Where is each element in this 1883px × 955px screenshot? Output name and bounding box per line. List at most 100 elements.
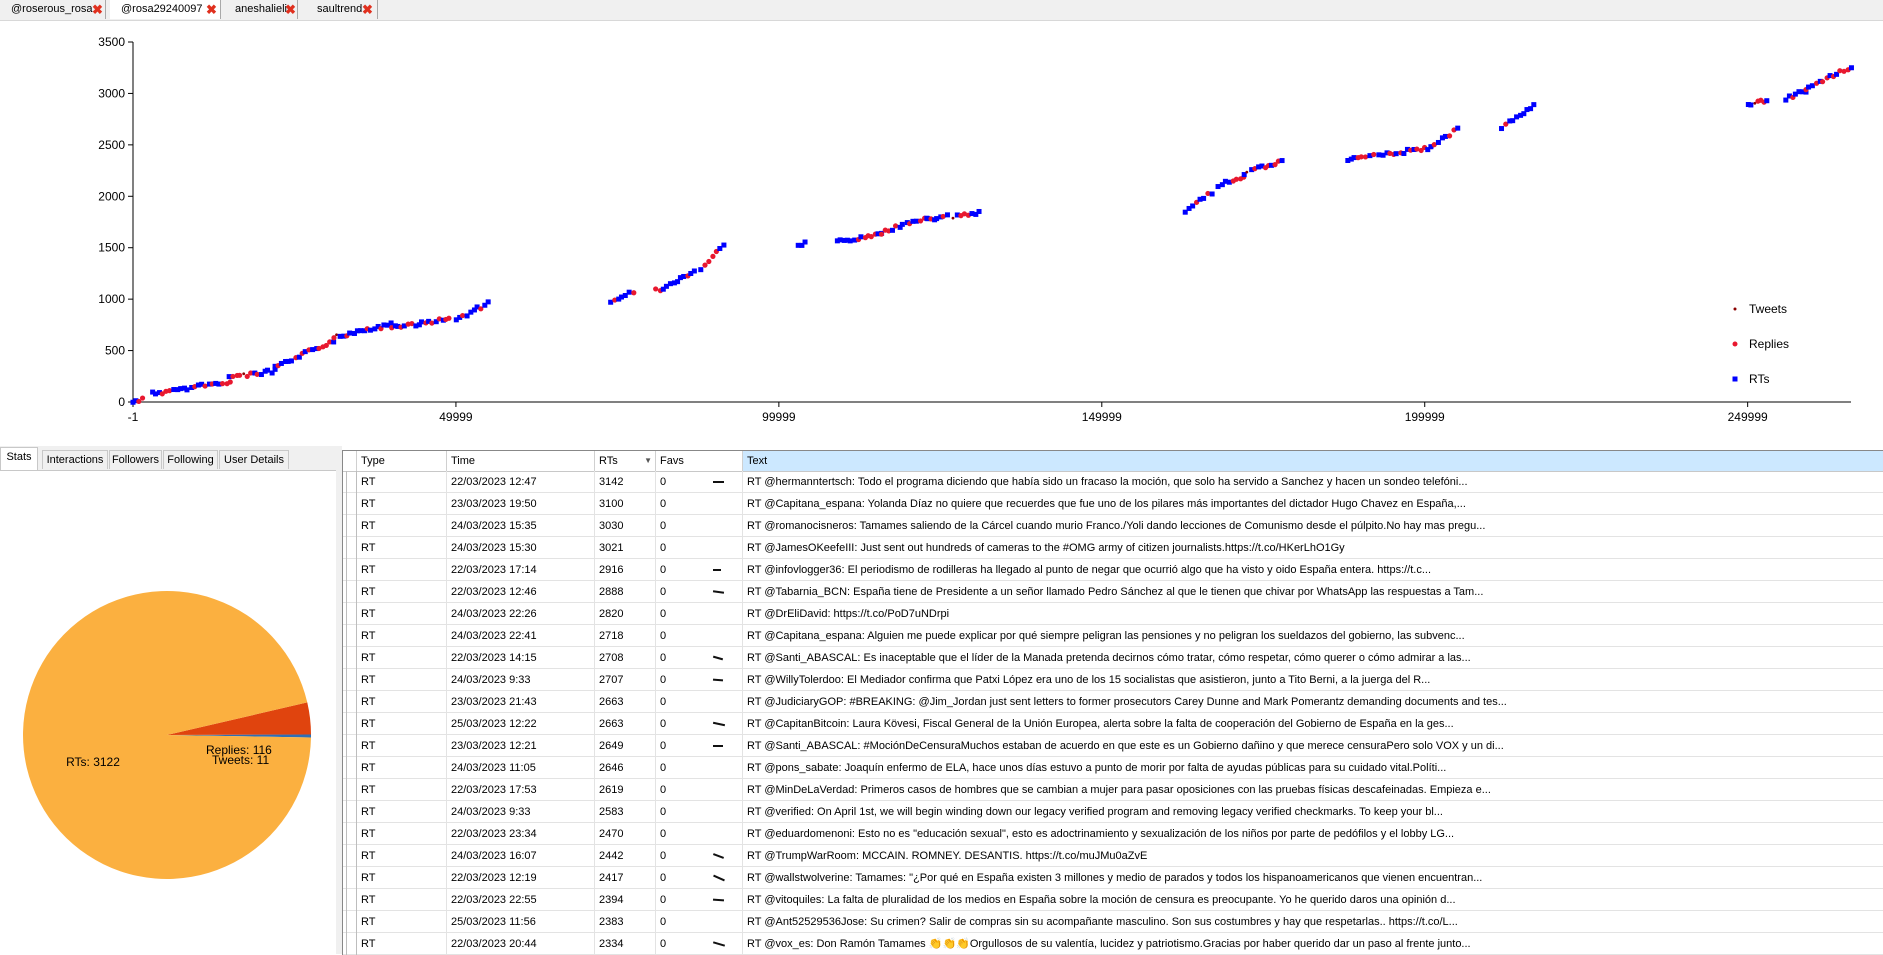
rt-point [1499,126,1505,132]
row-gutter [343,471,357,493]
table-row[interactable]: RT 24/03/2023 22:26 2820 0 RT @DrEliDavid: h… [343,603,1883,625]
table-row[interactable]: RT 25/03/2023 11:56 2383 0 RT @Ant52529536Jo… [343,911,1883,933]
y-tick-label: 2000 [98,189,125,203]
column-favs[interactable]: Favs [656,451,743,471]
table-row[interactable]: RT 22/03/2023 12:46 2888 0 RT @Tabarnia_BCN:… [343,581,1883,603]
cell-type: RT [357,625,447,647]
table-row[interactable]: RT 24/03/2023 11:05 2646 0 RT @pons_sabate: … [343,757,1883,779]
tab-stats[interactable]: Stats [0,447,38,470]
cell-time: 24/03/2023 22:41 [447,625,595,647]
legend-replies-label: Replies [1749,337,1789,351]
tab-roserous-rosa[interactable]: @roserous_rosa ✖ [0,0,106,19]
table-row[interactable]: RT 22/03/2023 17:53 2619 0 RT @MinDeLaVerdad… [343,779,1883,801]
table-row[interactable]: RT 22/03/2023 23:34 2470 0 RT @eduardomenoni… [343,823,1883,845]
table-row[interactable]: RT 24/03/2023 9:33 2707 0 RT @WillyTolerdoo:… [343,669,1883,691]
column-rts-label: RTs [599,455,618,467]
table-row[interactable]: RT 24/03/2023 16:07 2442 0 RT @TrumpWarRoom:… [343,845,1883,867]
cell-favs: 0 [656,801,743,823]
cell-favs: 0 [656,559,743,581]
cell-favs: 0 [656,471,743,493]
tab-saultrend[interactable]: saultrend ✖ [306,0,378,19]
reply-point [227,379,233,385]
table-row[interactable]: RT 23/03/2023 12:21 2649 0 RT @Santi_ABASCAL… [343,735,1883,757]
rt-point [388,320,394,326]
cell-type: RT [357,669,447,691]
cell-type: RT [357,779,447,801]
cell-time: 24/03/2023 11:05 [447,757,595,779]
cell-text: RT @WillyTolerdoo: El Mediador confirma … [743,669,1883,691]
tweet-point [335,333,338,337]
cell-rts: 2888 [595,581,656,603]
close-icon[interactable]: ✖ [206,0,217,19]
rt-point [1435,139,1441,145]
close-icon[interactable]: ✖ [362,0,373,19]
cell-text: RT @MinDeLaVerdad: Primeros casos de hom… [743,779,1883,801]
reply-point [710,253,716,260]
cell-time: 22/03/2023 17:53 [447,779,595,801]
cell-text: RT @JudiciaryGOP: #BREAKING: @Jim_Jordan… [743,691,1883,713]
cell-type: RT [357,867,447,889]
cell-favs: 0 [656,867,743,889]
reply-point [139,395,146,401]
rt-point [288,358,294,364]
x-tick-label: 199999 [1405,410,1445,424]
tab-user-details[interactable]: User Details [219,450,289,469]
rt-point [1215,184,1221,190]
column-type[interactable]: Type [357,451,447,471]
table-row[interactable]: RT 22/03/2023 12:19 2417 0 RT @wallstwolveri… [343,867,1883,889]
cell-text: RT @Santi_ABASCAL: #MociónDeCensuraMucho… [743,735,1883,757]
cell-rts: 2417 [595,867,656,889]
cell-favs: 0 [656,911,743,933]
cell-rts: 2394 [595,889,656,911]
tab-interactions[interactable]: Interactions [42,450,108,469]
table-row[interactable]: RT 24/03/2023 22:41 2718 0 RT @Capitana_espa… [343,625,1883,647]
reply-point [702,262,708,268]
table-row[interactable]: RT 22/03/2023 22:55 2394 0 RT @vitoquiles: L… [343,889,1883,911]
cell-time: 24/03/2023 9:33 [447,669,595,691]
y-tick-label: 2500 [98,138,125,152]
column-rts[interactable]: RTs ▼ [595,451,656,471]
table-row[interactable]: RT 22/03/2023 12:47 3142 0 RT @hermanntertsc… [343,471,1883,493]
cell-rts: 2663 [595,713,656,735]
rt-point [721,242,727,248]
cell-rts: 2718 [595,625,656,647]
table-row[interactable]: RT 22/03/2023 14:15 2708 0 RT @Santi_ABASCAL… [343,647,1883,669]
rt-point [944,212,950,218]
row-gutter [343,537,357,559]
cell-type: RT [357,559,447,581]
cell-text: RT @hermanntertsch: Todo el programa dic… [743,471,1883,493]
table-row[interactable]: RT 24/03/2023 15:35 3030 0 RT @romanocisnero… [343,515,1883,537]
cell-rts: 2383 [595,911,656,933]
rt-point [1209,191,1215,197]
row-gutter [343,603,357,625]
y-tick-label: 3000 [98,86,125,100]
column-time[interactable]: Time [447,451,595,471]
table-row[interactable]: RT 22/03/2023 17:14 2916 0 RT @infovlogger36… [343,559,1883,581]
legend-rts-marker [1732,376,1738,382]
row-gutter [343,559,357,581]
tab-following[interactable]: Following [163,450,218,469]
reply-point [1446,133,1453,139]
x-tick-label: 249999 [1728,410,1768,424]
reply-point [1819,79,1826,85]
table-row[interactable]: RT 25/03/2023 12:22 2663 0 RT @CapitanBitcoi… [343,713,1883,735]
tab-followers[interactable]: Followers [109,450,162,469]
table-row[interactable]: RT 24/03/2023 9:33 2583 0 RT @verified: On A… [343,801,1883,823]
table-row[interactable]: RT 23/03/2023 21:43 2663 0 RT @JudiciaryGOP:… [343,691,1883,713]
cell-rts: 2916 [595,559,656,581]
rt-point [347,330,353,336]
reply-point [631,290,637,296]
close-icon[interactable]: ✖ [285,0,296,19]
close-icon[interactable]: ✖ [92,0,103,19]
y-tick-label: 1500 [98,241,125,255]
tab-aneshalieli[interactable]: aneshalieli ✖ [224,0,298,19]
tab-rosa29240097[interactable]: @rosa29240097 ✖ [110,0,221,19]
reply-point [219,381,226,387]
table-row[interactable]: RT 22/03/2023 20:44 2334 0 RT @vox_es: Don R… [343,933,1883,955]
table-row[interactable]: RT 23/03/2023 19:50 3100 0 RT @Capitana_espa… [343,493,1883,515]
reply-point [1362,154,1369,160]
column-text[interactable]: Text [743,451,1883,471]
y-tick-label: 0 [118,395,125,409]
rt-point [802,239,808,245]
table-row[interactable]: RT 24/03/2023 15:30 3021 0 RT @JamesOKeefeII… [343,537,1883,559]
